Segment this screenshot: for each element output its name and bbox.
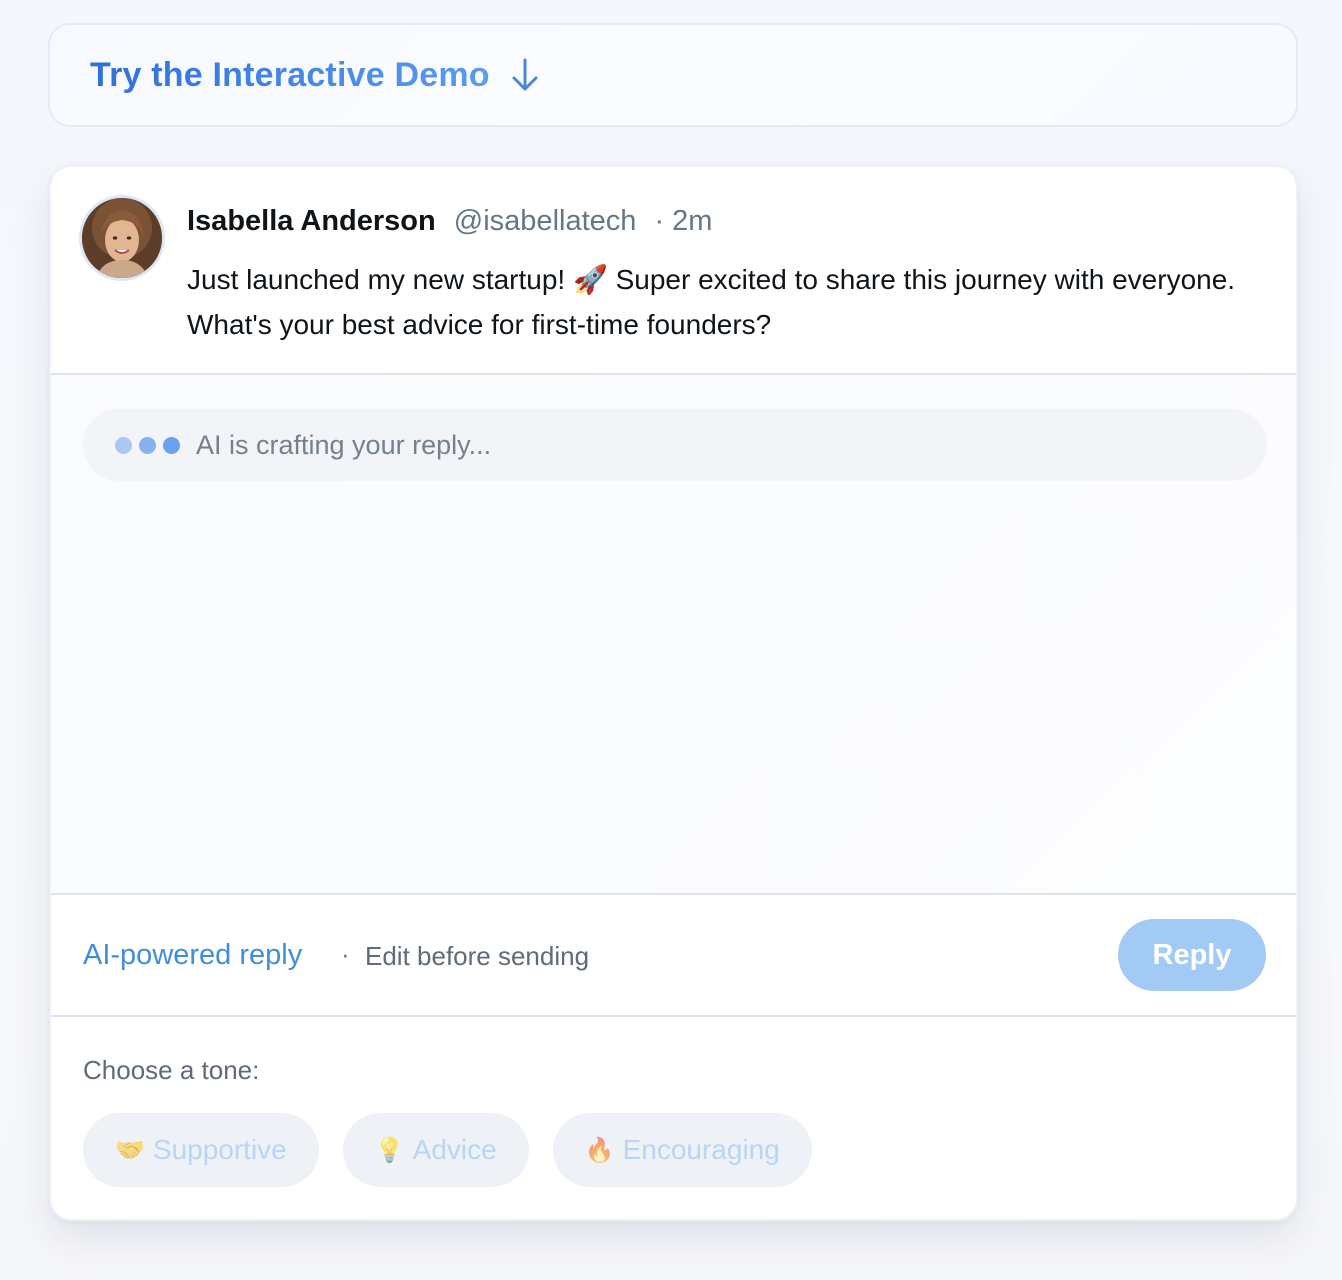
reply-button[interactable]: Reply xyxy=(1118,919,1266,991)
tone-chip-label: Advice xyxy=(412,1134,497,1165)
ai-powered-label: AI-powered reply xyxy=(83,939,303,971)
tweet: Isabella Anderson @isabellatech · 2m Just… xyxy=(51,167,1296,375)
edit-hint: Edit before sending xyxy=(365,941,590,971)
arrow-down-icon xyxy=(512,58,538,91)
handshake-icon: 🤝 xyxy=(115,1136,145,1164)
tone-encouraging-button[interactable]: 🔥 Encouraging xyxy=(552,1113,812,1187)
tone-chip-label: Supportive xyxy=(152,1134,287,1165)
demo-title: Try the Interactive Demo xyxy=(90,55,490,94)
author-handle[interactable]: @isabellatech xyxy=(454,205,637,237)
meta-separator: · xyxy=(341,939,350,969)
avatar xyxy=(79,195,165,281)
typing-dots-icon xyxy=(115,436,180,454)
fire-icon: 🔥 xyxy=(584,1136,615,1164)
tone-label: Choose a tone: xyxy=(83,1055,260,1085)
typing-dot xyxy=(115,436,132,454)
tone-chip-label: Encouraging xyxy=(622,1134,780,1165)
reply-meta-row: AI-powered reply · Edit before sending R… xyxy=(51,895,1296,1017)
tone-supportive-button[interactable]: 🤝 Supportive xyxy=(83,1113,319,1187)
tone-selector: Choose a tone: 🤝 Supportive 💡 Advice 🔥 E… xyxy=(51,1017,1296,1219)
avatar-portrait xyxy=(82,198,162,278)
demo-header[interactable]: Try the Interactive Demo xyxy=(48,23,1298,127)
reply-demo-card: Isabella Anderson @isabellatech · 2m Just… xyxy=(49,165,1298,1221)
separator-dot: · xyxy=(654,205,665,237)
typing-dot xyxy=(163,436,180,454)
lightbulb-icon: 💡 xyxy=(374,1136,405,1164)
reply-composer[interactable]: AI is crafting your reply... xyxy=(51,375,1296,895)
tone-advice-button[interactable]: 💡 Advice xyxy=(342,1113,529,1187)
post-time: 2m xyxy=(672,205,713,237)
tone-options: 🤝 Supportive 💡 Advice 🔥 Encouraging xyxy=(83,1113,812,1187)
typing-status-text: AI is crafting your reply... xyxy=(196,429,492,460)
typing-dot xyxy=(139,436,156,454)
author-name[interactable]: Isabella Anderson xyxy=(187,205,436,237)
tweet-text: Just launched my new startup! 🚀 Super ex… xyxy=(187,264,1236,340)
tweet-header: Isabella Anderson @isabellatech · 2m xyxy=(187,205,712,238)
ai-typing-indicator: AI is crafting your reply... xyxy=(83,409,1267,481)
